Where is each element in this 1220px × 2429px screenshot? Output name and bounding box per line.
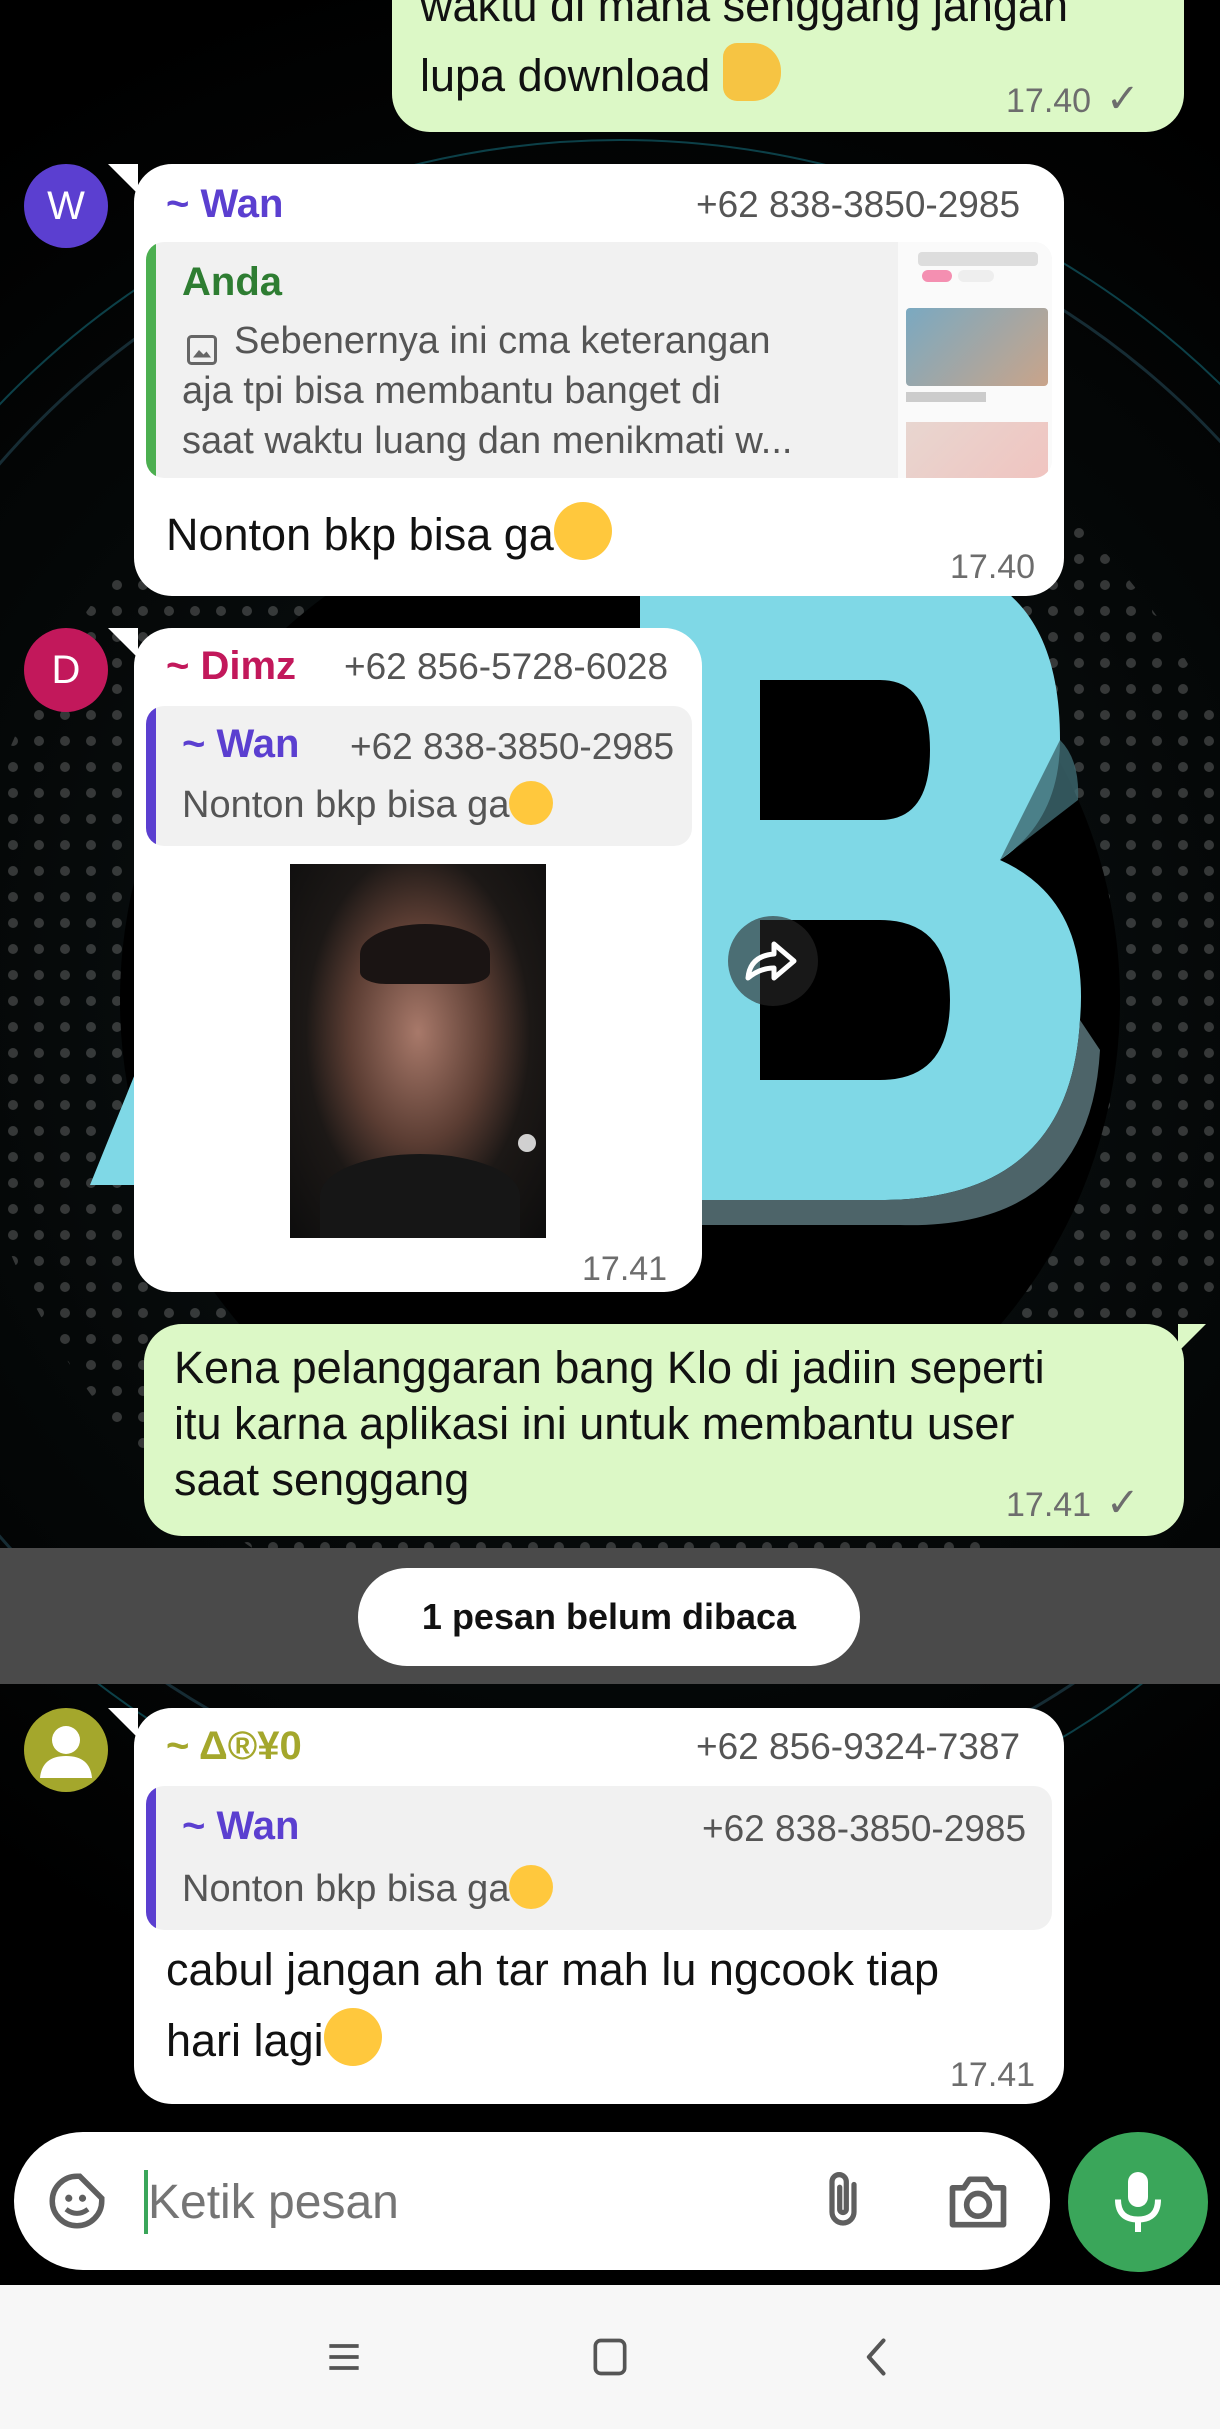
quote-phone: +62 838-3850-2985: [702, 1808, 1027, 1849]
message-text-line-2: itu karna aplikasi ini untuk membantu us…: [174, 1398, 1015, 1449]
quote-text: Nonton bkp bisa ga: [182, 1864, 554, 1914]
hand-over-mouth-emoji: [553, 502, 612, 560]
message-time: 17.40: [950, 548, 1036, 586]
hand-over-mouth-emoji: [509, 781, 554, 825]
forward-icon: [745, 941, 797, 981]
avatar[interactable]: [24, 1708, 108, 1792]
quote-sender: ~ Wan: [182, 1804, 300, 1848]
message-text-line-2: hari lagi: [166, 2008, 382, 2066]
avatar[interactable]: W: [24, 164, 108, 248]
quote-phone: +62 838-3850-2985: [350, 726, 675, 767]
outgoing-message-2[interactable]: Kena pelanggaran bang Klo di jadiin sepe…: [144, 1324, 1206, 1536]
image-icon: [187, 335, 217, 365]
mic-icon: [1115, 2172, 1161, 2232]
voice-message-button[interactable]: [1068, 2132, 1208, 2272]
sender-name[interactable]: ~ Dimz: [166, 644, 296, 689]
message-composer: [14, 2132, 1050, 2270]
video-thumbnail[interactable]: [290, 864, 546, 1238]
sender-phone: +62 838-3850-2985: [696, 184, 1021, 225]
sender-phone: +62 856-9324-7387: [696, 1726, 1021, 1767]
message-text-line-3: saat senggang: [174, 1454, 470, 1505]
message-text-line-1: Kena pelanggaran bang Klo di jadiin sepe…: [174, 1342, 1045, 1393]
quote-thumbnail: [898, 242, 1052, 478]
message-text-line-1: cabul jangan ah tar mah lu ngcook tiap: [166, 1944, 940, 1995]
default-avatar-icon: [40, 1726, 92, 1778]
avatar[interactable]: D: [24, 628, 108, 712]
quote-text: Nonton bkp bisa ga: [182, 780, 554, 830]
home-icon[interactable]: [588, 2333, 632, 2381]
message-text-line-1: waktu di mana senggang jangan: [420, 0, 1068, 31]
sent-tick-icon: ✓: [1106, 1481, 1140, 1525]
quoted-message[interactable]: Anda Sebenernya ini cma keterangan aja t…: [146, 242, 1052, 478]
outgoing-message-1[interactable]: waktu di mana senggang jangan lupa downl…: [392, 0, 1184, 132]
sender-phone: +62 856-5728-6028: [344, 646, 669, 687]
forward-button[interactable]: [728, 916, 818, 1006]
camera-icon[interactable]: [944, 2170, 1012, 2234]
system-navigation-bar: [0, 2285, 1220, 2429]
incoming-message-dimz[interactable]: ~ Dimz +62 856-5728-6028 ~ Wan +62 838-3…: [108, 628, 702, 1292]
quote-sender: ~ Wan: [182, 722, 300, 766]
sent-tick-icon: ✓: [1106, 77, 1140, 121]
message-text-line-2: lupa download: [420, 43, 781, 101]
quote-text-line-2: aja tpi bisa membantu banget di: [182, 370, 721, 412]
attach-icon[interactable]: [810, 2168, 876, 2234]
back-icon[interactable]: [856, 2333, 900, 2381]
menu-icon[interactable]: [322, 2335, 366, 2379]
sticker-icon[interactable]: [44, 2168, 110, 2234]
message-time: 17.41: [582, 1250, 668, 1288]
thumbs-up-emoji: [722, 43, 781, 101]
message-text: Nonton bkp bisa ga: [166, 502, 612, 560]
sender-name[interactable]: ~ Δ®¥0: [166, 1724, 302, 1769]
sender-name[interactable]: ~ Wan: [166, 182, 283, 227]
quote-text-line-1: Sebenernya ini cma keterangan: [234, 320, 771, 362]
quote-text-line-3: saat waktu luang dan menikmati w...: [182, 420, 793, 462]
message-time: 17.40: [1006, 82, 1092, 120]
unread-messages-badge[interactable]: 1 pesan belum dibaca: [358, 1568, 860, 1666]
quote-sender: Anda: [182, 260, 282, 304]
quoted-message[interactable]: ~ Wan +62 838-3850-2985 Nonton bkp bisa …: [146, 706, 692, 846]
incoming-message-delta[interactable]: ~ Δ®¥0 +62 856-9324-7387 ~ Wan +62 838-3…: [108, 1708, 1064, 2104]
message-time: 17.41: [1006, 1486, 1092, 1524]
message-time: 17.41: [950, 2056, 1036, 2094]
hand-over-mouth-emoji: [509, 1865, 554, 1909]
message-input[interactable]: [148, 2162, 788, 2242]
tears-of-joy-emoji: [323, 2008, 382, 2066]
incoming-message-wan[interactable]: ~ Wan +62 838-3850-2985 Anda Sebenernya …: [108, 164, 1064, 596]
quoted-message[interactable]: ~ Wan +62 838-3850-2985 Nonton bkp bisa …: [146, 1786, 1052, 1930]
